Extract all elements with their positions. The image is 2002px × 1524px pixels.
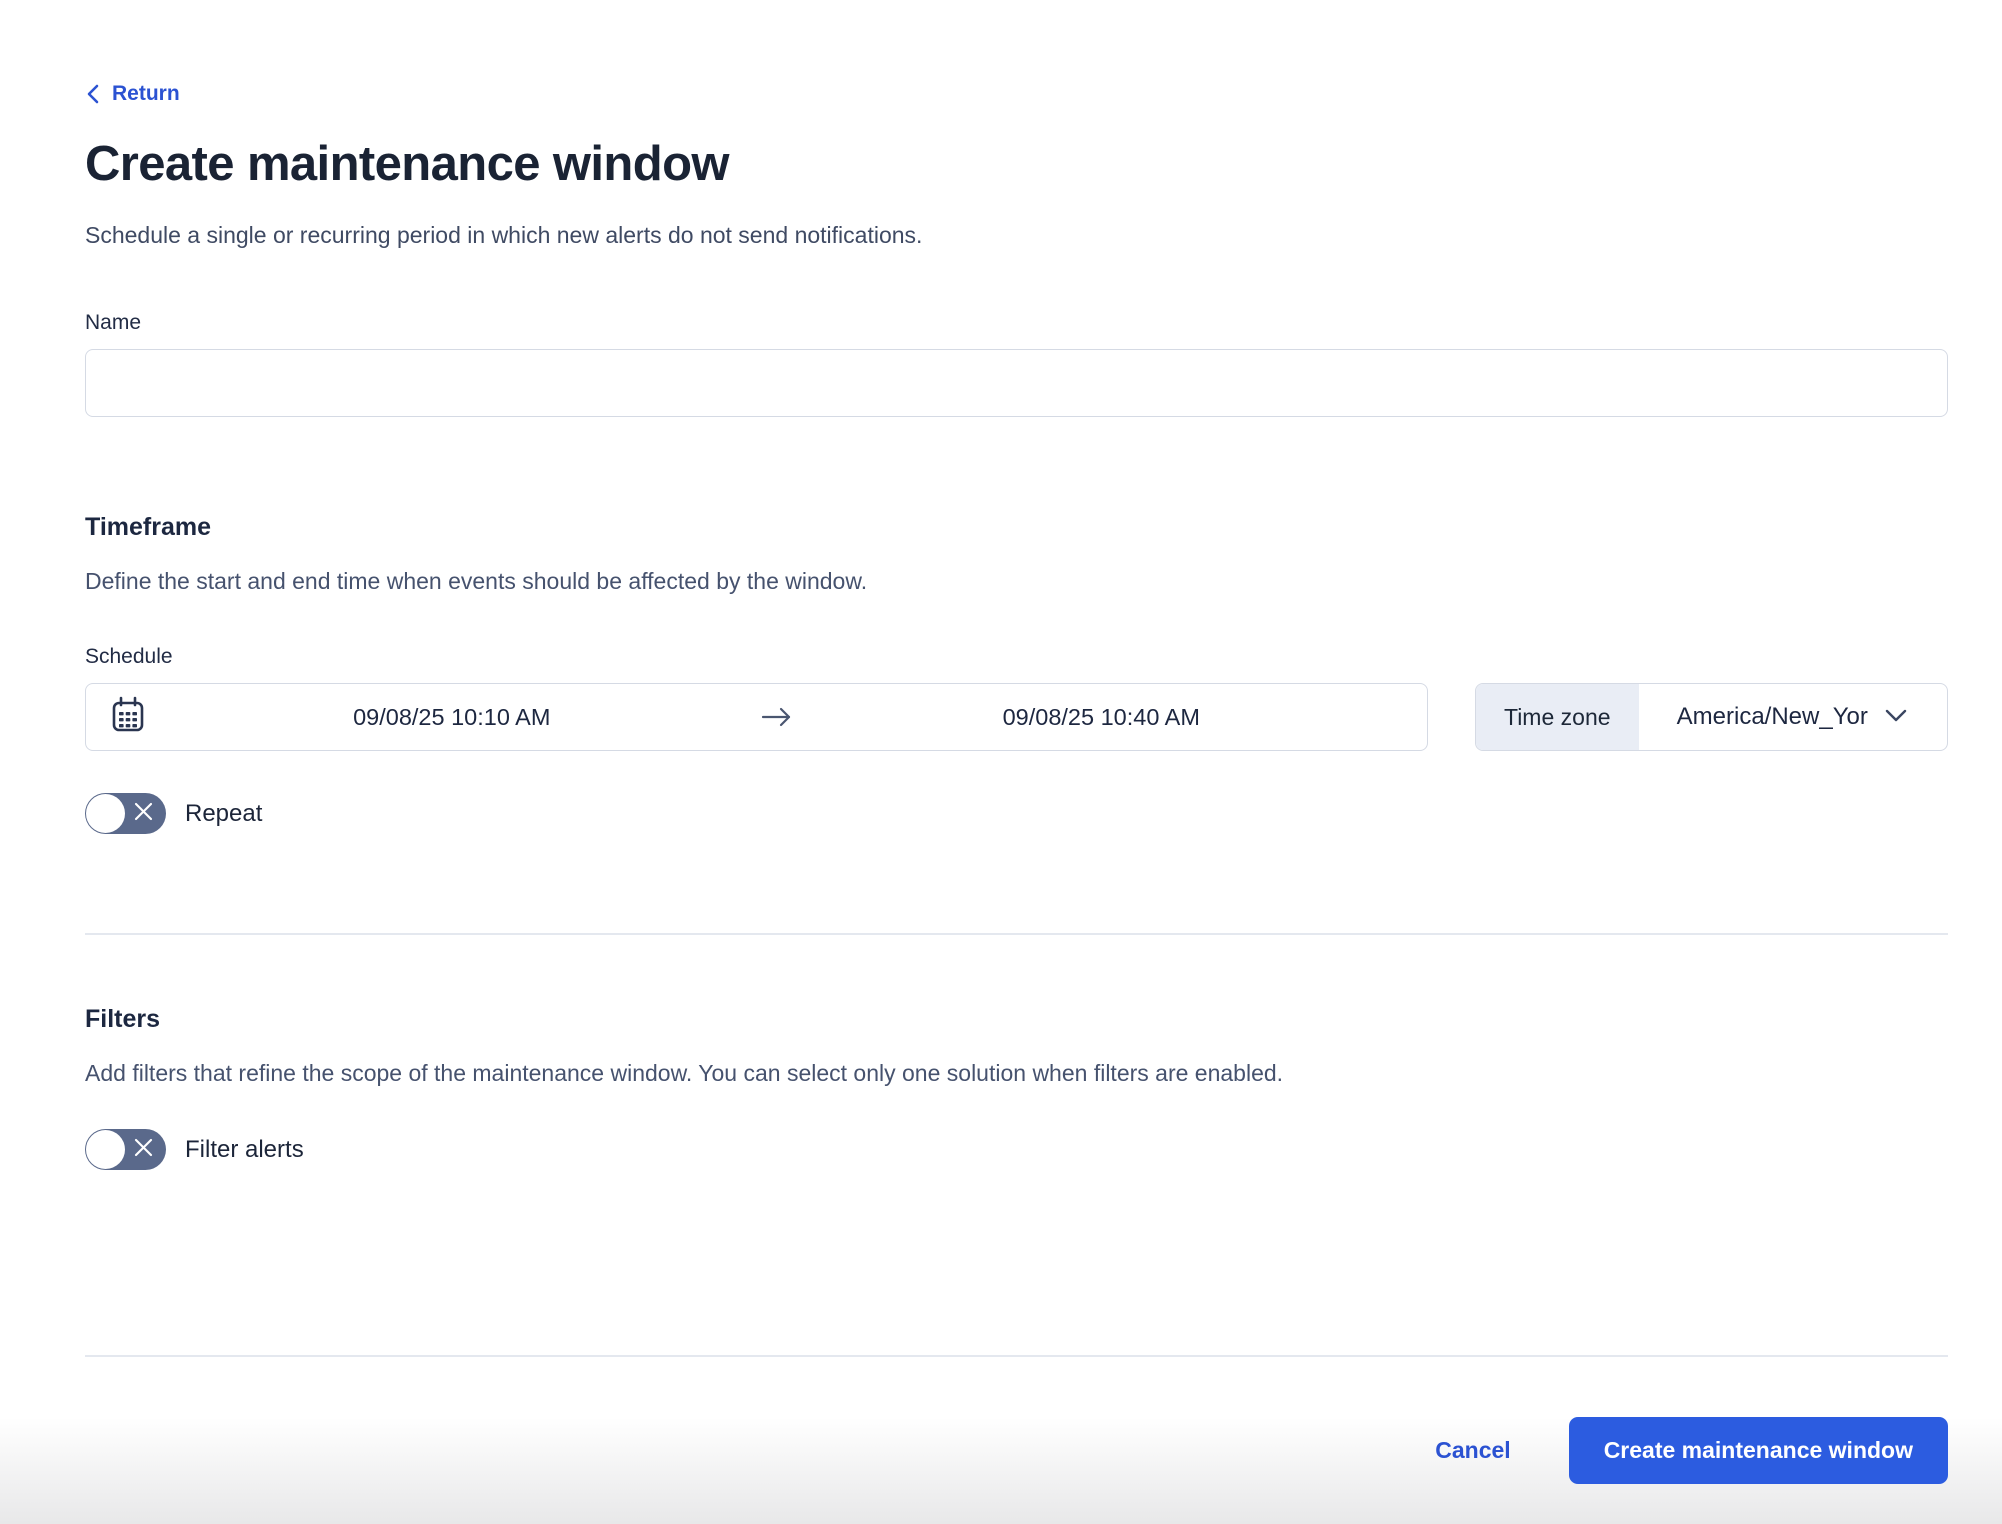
create-maintenance-window-page: Return Create maintenance window Schedul… — [0, 0, 2002, 1484]
timezone-addon-label: Time zone — [1476, 684, 1639, 750]
filters-heading: Filters — [85, 1005, 1948, 1034]
date-range-picker[interactable]: 09/08/25 10:10 AM 09/08/25 10:40 AM — [85, 683, 1428, 751]
repeat-toggle[interactable] — [85, 793, 166, 834]
timezone-selected-value: America/New_Yor — [1677, 703, 1868, 731]
section-divider — [85, 933, 1948, 935]
x-icon — [133, 1137, 154, 1163]
x-icon — [133, 801, 154, 827]
page-subtitle: Schedule a single or recurring period in… — [85, 222, 1948, 249]
end-datetime-field[interactable]: 09/08/25 10:40 AM — [798, 704, 1406, 731]
filter-alerts-toggle-label: Filter alerts — [185, 1136, 304, 1164]
toggle-knob — [86, 1130, 125, 1169]
timezone-group: Time zone America/New_Yor — [1475, 683, 1948, 751]
start-datetime-field[interactable]: 09/08/25 10:10 AM — [148, 704, 756, 731]
schedule-label: Schedule — [85, 645, 1948, 669]
cancel-button[interactable]: Cancel — [1435, 1437, 1510, 1464]
return-link[interactable]: Return — [85, 82, 180, 106]
create-maintenance-window-button[interactable]: Create maintenance window — [1569, 1417, 1948, 1484]
filter-alerts-toggle-row: Filter alerts — [85, 1129, 1948, 1170]
return-label: Return — [112, 82, 180, 106]
name-label: Name — [85, 311, 1948, 335]
schedule-row: 09/08/25 10:10 AM 09/08/25 10:40 AM Time… — [85, 683, 1948, 751]
repeat-toggle-label: Repeat — [185, 800, 262, 828]
timeframe-description: Define the start and end time when event… — [85, 568, 1948, 595]
footer-divider — [85, 1355, 1948, 1357]
name-input[interactable] — [85, 349, 1948, 417]
page-title: Create maintenance window — [85, 136, 1948, 192]
filters-description: Add filters that refine the scope of the… — [85, 1060, 1948, 1087]
timezone-select[interactable]: America/New_Yor — [1639, 684, 1947, 750]
footer-actions: Cancel Create maintenance window — [85, 1417, 1948, 1484]
toggle-knob — [86, 794, 125, 833]
chevron-left-icon — [85, 83, 101, 105]
calendar-icon[interactable] — [108, 693, 148, 742]
repeat-toggle-row: Repeat — [85, 793, 1948, 834]
chevron-down-icon — [1883, 703, 1909, 731]
timeframe-heading: Timeframe — [85, 513, 1948, 542]
arrow-right-icon — [756, 705, 798, 729]
filter-alerts-toggle[interactable] — [85, 1129, 166, 1170]
